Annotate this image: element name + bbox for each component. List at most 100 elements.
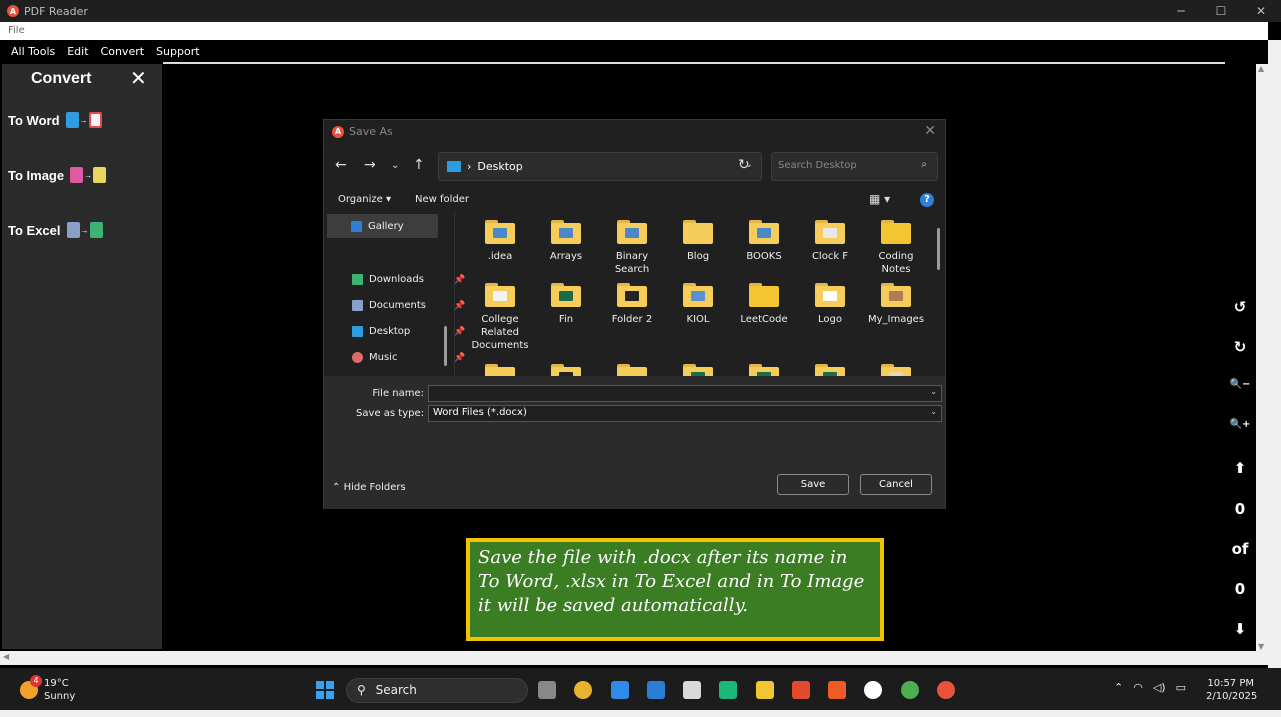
rotate-cw-icon[interactable]: ↻ — [1226, 338, 1254, 356]
file-explorer-icon[interactable] — [756, 681, 774, 699]
folder-item[interactable] — [733, 364, 795, 376]
notepad-icon[interactable] — [611, 681, 629, 699]
weather-widget[interactable]: 4 19°C Sunny — [20, 675, 75, 703]
folder-item[interactable] — [601, 364, 663, 376]
folder-item[interactable]: Fin — [535, 283, 597, 326]
folder-item[interactable] — [535, 364, 597, 376]
file-menu[interactable]: File — [0, 22, 1268, 40]
file-name-input[interactable]: ⌄ — [428, 385, 942, 402]
nav-item-desktop[interactable]: Desktop 📌 — [352, 326, 465, 337]
horizontal-scrollbar[interactable]: ◀ — [0, 651, 1268, 665]
pane-divider[interactable] — [454, 212, 455, 376]
cancel-button[interactable]: Cancel — [860, 474, 932, 495]
folder-item[interactable]: Clock F — [799, 220, 861, 263]
chrome-profile-icon[interactable] — [901, 681, 919, 699]
taskbar-clock[interactable]: 10:57 PM 2/10/2025 — [1206, 677, 1257, 703]
wifi-icon[interactable]: ◠ — [1133, 681, 1143, 694]
refresh-icon[interactable]: ↻ — [738, 157, 750, 173]
nav-pane-scrollbar[interactable] — [444, 326, 447, 366]
vscode-icon[interactable] — [647, 681, 665, 699]
minimize-button[interactable]: ─ — [1161, 0, 1201, 22]
folder-icon — [749, 364, 779, 376]
wps-office-icon[interactable] — [792, 681, 810, 699]
chevron-down-icon[interactable]: ⌄ — [930, 407, 937, 416]
start-button[interactable] — [316, 681, 334, 699]
scroll-up-arrow-icon[interactable]: ▲ — [1258, 64, 1264, 73]
to-excel-button[interactable]: To Excel → — [8, 222, 103, 238]
sidebar-close-icon[interactable]: ✕ — [130, 66, 147, 90]
folder-item[interactable] — [667, 364, 729, 376]
viewer-top-border — [163, 62, 1225, 64]
chevron-down-icon[interactable]: ⌄ — [930, 387, 937, 396]
folder-item[interactable]: KIOL — [667, 283, 729, 326]
folder-item[interactable]: BOOKS — [733, 220, 795, 263]
vertical-scrollbar[interactable]: ▲ ▼ — [1256, 64, 1268, 651]
folder-item[interactable]: College Related Documents — [469, 283, 531, 352]
menu-support[interactable]: Support — [156, 45, 199, 58]
folder-item[interactable]: LeetCode — [733, 283, 795, 326]
search-icon: ⚲ — [357, 683, 366, 697]
pdf-reader-taskbar-icon[interactable] — [937, 681, 955, 699]
forward-arrow-icon[interactable]: → — [364, 157, 376, 173]
scroll-down-arrow-icon[interactable]: ▼ — [1258, 642, 1264, 651]
folder-item[interactable]: Binary Search — [601, 220, 663, 276]
help-icon[interactable]: ? — [920, 193, 934, 207]
folder-item[interactable]: My_Images — [865, 283, 927, 326]
new-folder-button[interactable]: New folder — [415, 194, 469, 205]
pycharm-icon[interactable] — [719, 681, 737, 699]
chrome-icon[interactable] — [574, 681, 592, 699]
volume-icon[interactable]: ◁) — [1153, 681, 1166, 694]
taskbar-search[interactable]: ⚲ Search — [346, 678, 528, 703]
folder-item[interactable]: Arrays — [535, 220, 597, 263]
battery-icon[interactable]: ▭ — [1176, 681, 1186, 694]
folder-item[interactable] — [469, 364, 531, 376]
nav-item-downloads[interactable]: Downloads 📌 — [352, 274, 465, 285]
to-word-button[interactable]: To Word → — [8, 112, 102, 128]
nav-item-gallery[interactable]: Gallery — [327, 214, 438, 238]
folder-item[interactable]: Blog — [667, 220, 729, 263]
file-grid-scrollbar[interactable] — [937, 228, 940, 270]
dialog-toolbar: Organize ▾ New folder — [338, 194, 469, 205]
view-options-icon[interactable]: ▦ ▾ — [869, 192, 890, 206]
zoom-in-icon[interactable]: 🔍+ — [1226, 419, 1254, 430]
menu-all-tools[interactable]: All Tools — [11, 45, 55, 58]
show-hidden-icons-icon[interactable]: ⌃ — [1114, 681, 1123, 694]
snipping-tool-icon[interactable] — [683, 681, 701, 699]
nav-item-documents[interactable]: Documents 📌 — [352, 300, 465, 311]
search-desktop-input[interactable]: Search Desktop ⌕ — [771, 152, 938, 181]
zoom-out-icon[interactable]: 🔍− — [1226, 379, 1254, 390]
folder-item[interactable]: Folder 2 — [601, 283, 663, 326]
folder-item[interactable]: Logo — [799, 283, 861, 326]
save-button[interactable]: Save — [777, 474, 849, 495]
folder-item[interactable] — [865, 364, 927, 376]
save-as-type-label: Save as type: — [356, 408, 424, 419]
folder-item[interactable] — [799, 364, 861, 376]
nav-item-label: Music — [369, 352, 398, 363]
dialog-close-icon[interactable]: ✕ — [924, 123, 936, 139]
scroll-left-arrow-icon[interactable]: ◀ — [3, 652, 9, 661]
to-image-button[interactable]: To Image → — [8, 167, 107, 183]
desktop-icon — [352, 326, 363, 337]
maximize-button[interactable]: ☐ — [1201, 0, 1241, 22]
menubar: All Tools Edit Convert Support — [0, 40, 1268, 62]
window-titlebar: A PDF Reader ─ ☐ ✕ — [0, 0, 1281, 22]
back-arrow-icon[interactable]: ← — [335, 157, 347, 173]
organize-button[interactable]: Organize ▾ — [338, 194, 391, 205]
page-up-icon[interactable]: ⬆ — [1226, 459, 1254, 477]
hide-folders-button[interactable]: ⌃ Hide Folders — [332, 482, 406, 493]
menu-edit[interactable]: Edit — [67, 45, 88, 58]
up-folder-arrow-icon[interactable]: ↑ — [413, 157, 425, 173]
folder-item[interactable]: .idea — [469, 220, 531, 263]
brave-icon[interactable] — [828, 681, 846, 699]
nav-item-music[interactable]: Music 📌 — [352, 352, 465, 363]
mongodb-icon[interactable] — [864, 681, 882, 699]
close-window-button[interactable]: ✕ — [1241, 0, 1281, 22]
task-view-icon[interactable] — [538, 681, 556, 699]
recent-dropdown-icon[interactable]: ⌄ — [391, 160, 399, 171]
menu-convert[interactable]: Convert — [101, 45, 145, 58]
address-bar[interactable]: › Desktop ⌄ — [438, 152, 762, 181]
rotate-ccw-icon[interactable]: ↺ — [1226, 298, 1254, 316]
page-down-icon[interactable]: ⬇ — [1226, 620, 1254, 638]
folder-item[interactable]: Coding Notes — [865, 220, 927, 276]
save-as-type-select[interactable]: Word Files (*.docx) ⌄ — [428, 405, 942, 422]
